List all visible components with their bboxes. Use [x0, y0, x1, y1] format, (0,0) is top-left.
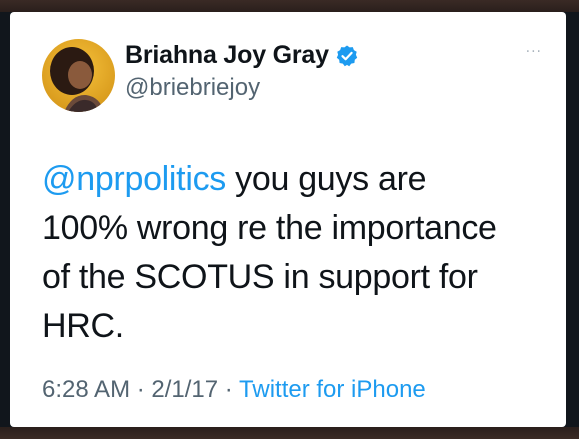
bottom-border	[0, 427, 579, 439]
tweet-card[interactable]: Briahna Joy Gray @briebriejoy ... @nprpo…	[10, 12, 566, 427]
screenshot-frame: Briahna Joy Gray @briebriejoy ... @nprpo…	[0, 0, 579, 439]
verified-badge-icon	[335, 44, 359, 68]
tweet-time[interactable]: 6:28 AM	[42, 376, 130, 403]
meta-separator-1: ·	[130, 376, 152, 403]
avatar[interactable]	[42, 39, 115, 112]
mention-link[interactable]: @nprpolitics	[42, 160, 226, 198]
tweet-text-line2: 100% wrong re the importance	[42, 209, 497, 247]
author-handle[interactable]: @briebriejoy	[125, 74, 260, 102]
more-options-icon[interactable]: ...	[526, 40, 542, 56]
avatar-image	[42, 39, 115, 112]
author-name[interactable]: Briahna Joy Gray	[125, 41, 329, 70]
author-row: Briahna Joy Gray	[125, 41, 359, 70]
tweet-text-line4: HRC.	[42, 307, 124, 345]
tweet-text: @nprpolitics you guys are 100% wrong re …	[42, 155, 542, 351]
meta-separator-2: ·	[218, 376, 240, 403]
tweet-text-line3: of the SCOTUS in support for	[42, 258, 478, 296]
tweet-text-line1: you guys are	[225, 160, 427, 198]
tweet-meta: 6:28 AM · 2/1/17 · Twitter for iPhone	[42, 376, 426, 404]
tweet-date[interactable]: 2/1/17	[151, 376, 218, 403]
top-border	[0, 0, 579, 12]
tweet-source-link[interactable]: Twitter for iPhone	[239, 376, 426, 403]
